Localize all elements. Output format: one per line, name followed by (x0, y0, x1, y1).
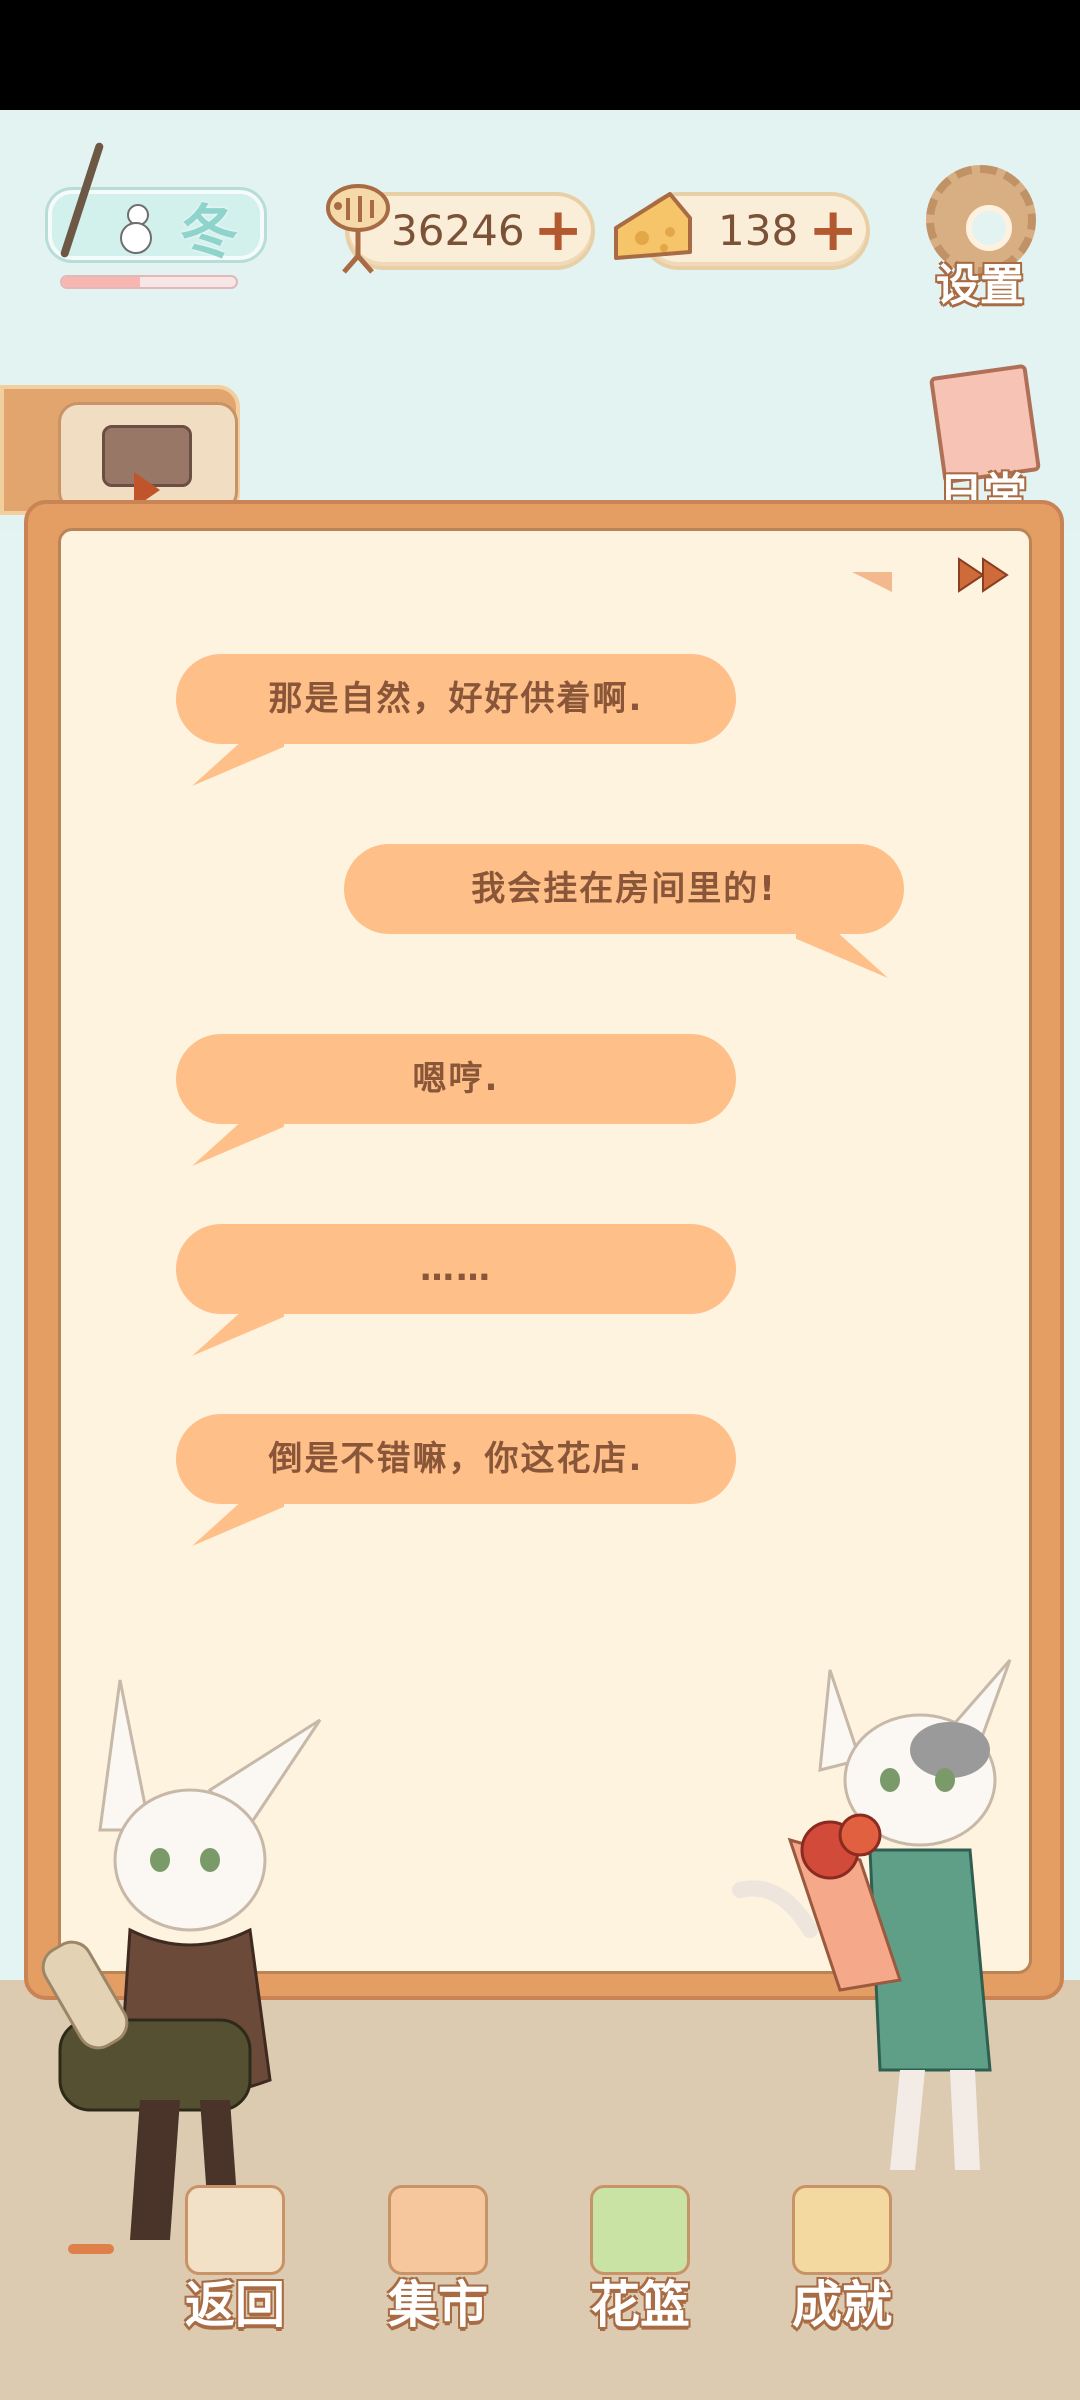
basket-label: 花篮 (590, 2276, 690, 2334)
season-progress-bar (60, 275, 238, 289)
flower-basket-icon (590, 2185, 690, 2275)
nav-indicator (68, 2244, 114, 2254)
add-cheese-button[interactable]: + (808, 200, 858, 260)
flower-basket-button[interactable]: 花篮 (570, 2185, 710, 2335)
settings-label: 设置 (936, 260, 1024, 311)
dialog-bubble: 我会挂在房间里的! (344, 844, 904, 934)
market-button[interactable]: 集市 (368, 2185, 508, 2335)
status-bar (0, 0, 1080, 110)
trophy-icon (792, 2185, 892, 2275)
daily-tips-button[interactable]: 日常 (918, 363, 1048, 520)
fast-forward-icon[interactable] (955, 555, 1015, 595)
settings-button[interactable]: 设置 (920, 165, 1040, 315)
back-button[interactable]: 返回 (165, 2185, 305, 2335)
cheese-icon (614, 192, 692, 260)
market-stall-icon (388, 2185, 488, 2275)
cheese-count: 138 (718, 206, 799, 255)
dialog-bubble: …… (176, 1224, 736, 1314)
dialog-bubble: 嗯哼. (176, 1034, 736, 1124)
season-label: 冬 (180, 198, 239, 266)
traveler-cat-character (41, 1679, 322, 2240)
fish-bone-icon (326, 184, 390, 274)
achievement-button[interactable]: 成就 (772, 2185, 912, 2335)
market-label: 集市 (388, 2276, 488, 2334)
florist-cat-character (732, 1659, 1012, 2170)
season-progress-fill (62, 277, 141, 287)
back-label: 返回 (185, 2276, 285, 2334)
achievement-label: 成就 (792, 2276, 892, 2334)
back-icon (185, 2185, 285, 2275)
snowman-body-icon (120, 222, 152, 254)
fish-count: 36246 (391, 206, 525, 255)
dialog-bubble: 倒是不错嘛，你这花店. (176, 1414, 736, 1504)
add-fish-button[interactable]: + (533, 200, 583, 260)
dialog-bubble: 那是自然，好好供着啊. (176, 654, 736, 744)
season-badge[interactable]: 冬 (40, 140, 265, 289)
